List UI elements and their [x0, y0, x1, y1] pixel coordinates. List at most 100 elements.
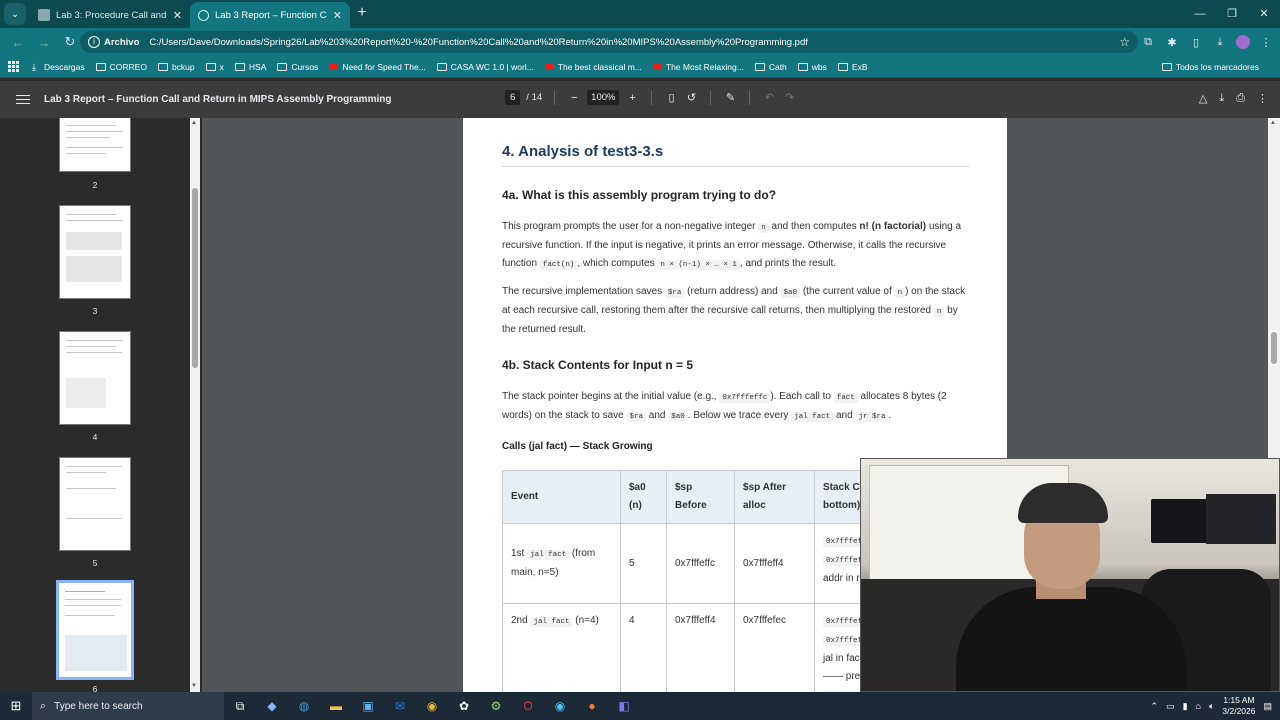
clock[interactable]: 1:15 AM 3/2/2026 — [1222, 695, 1255, 717]
subsection-heading: 4b. Stack Contents for Input n = 5 — [502, 358, 694, 372]
outlook-icon[interactable]: ✉ — [384, 699, 416, 713]
tray-app-icon[interactable]: ▭ — [1166, 701, 1175, 712]
paragraph: The stack pointer begins at the initial … — [502, 391, 947, 422]
annotate-icon[interactable]: ✎ — [723, 91, 737, 104]
sidebar-icon[interactable]: ▯ — [1188, 36, 1204, 49]
reload-icon[interactable]: ↻ — [58, 34, 82, 50]
table-cell: 0x7fffeff4 — [666, 603, 735, 692]
bookmark-cursos[interactable]: Cursos — [277, 62, 318, 72]
sidebar-scrollbar[interactable]: ▲ ▼ — [190, 118, 200, 692]
stack-table: Event $a0 (n) $sp Before $sp After alloc… — [502, 470, 895, 692]
more-vert-icon[interactable]: ⋮ — [1258, 36, 1274, 49]
close-icon[interactable]: ✕ — [173, 9, 182, 22]
chrome-active-icon[interactable]: ◉ — [544, 699, 576, 713]
bookmark-nfs[interactable]: Need for Speed The... — [329, 62, 426, 72]
apps-grid-icon[interactable] — [8, 60, 20, 73]
webcam-overlay — [860, 458, 1280, 692]
bookmark-classical[interactable]: The best classical m... — [544, 62, 642, 72]
thumbnail-page-6[interactable] — [56, 580, 134, 680]
zoom-in-icon[interactable]: + — [625, 92, 639, 104]
close-window-icon[interactable]: ✕ — [1248, 0, 1280, 28]
more-vert-icon[interactable]: ⋮ — [1257, 92, 1268, 105]
table-cell: 2nd jal fact (n=4) — [502, 603, 621, 692]
bookmark-casa[interactable]: CASA WC 1.0 | worl... — [436, 62, 534, 72]
app-icon[interactable]: ✿ — [448, 699, 480, 713]
bookmark-hsa[interactable]: HSA — [234, 62, 266, 72]
scrollbar-thumb[interactable] — [192, 188, 198, 368]
file-explorer-icon[interactable]: ▬ — [320, 699, 352, 713]
volume-icon[interactable]: 🔈︎ — [1209, 701, 1214, 712]
chevron-up-icon[interactable]: ⌃ — [1151, 701, 1159, 712]
scroll-down-icon[interactable]: ▼ — [191, 683, 197, 689]
browser-toolbar: ← → ↻ i Archivo C:/Users/Dave/Downloads/… — [0, 28, 1280, 56]
tab-lab3-procedure[interactable]: Lab 3: Procedure Call and Retur ✕ — [30, 2, 190, 28]
fit-page-icon[interactable]: ▯ — [664, 91, 678, 104]
vscode-icon[interactable]: ◧ — [608, 699, 640, 713]
info-icon[interactable]: i — [88, 36, 100, 48]
bookmark-exb[interactable]: ExB — [837, 62, 868, 72]
paragraph: This program prompts the user for a non-… — [502, 221, 962, 270]
bookmark-correo[interactable]: CORREO — [95, 62, 147, 72]
notifications-icon[interactable]: ▤ — [1263, 701, 1272, 712]
restore-icon[interactable]: ❐ — [1216, 0, 1248, 28]
undo-icon[interactable]: ↶ — [762, 91, 776, 104]
edge-icon[interactable]: ◍ — [288, 699, 320, 713]
store-icon[interactable]: ▣ — [352, 699, 384, 713]
new-tab-button[interactable]: + — [350, 2, 374, 26]
profile-avatar[interactable] — [1236, 35, 1250, 49]
bookmark-relaxing[interactable]: The Most Relaxing... — [652, 62, 744, 72]
drive-icon[interactable]: △ — [1199, 92, 1207, 105]
folder-icon — [754, 62, 765, 71]
bookmark-star-icon[interactable]: ☆ — [1119, 35, 1130, 49]
print-icon[interactable]: ⎙ — [1236, 92, 1245, 105]
battery-icon[interactable]: ▮ — [1183, 701, 1188, 712]
forward-arrow-icon[interactable]: → — [32, 35, 56, 50]
network-icon[interactable]: ⌂ — [1196, 701, 1201, 711]
youtube-icon — [544, 63, 554, 70]
task-view-icon[interactable]: ⧉ — [224, 699, 256, 714]
zoom-input[interactable]: 100% — [587, 90, 620, 105]
bookmark-wbs[interactable]: wbs — [797, 62, 827, 72]
site-icon — [436, 62, 447, 71]
copilot-icon[interactable]: ◆ — [256, 699, 288, 713]
windows-start-icon[interactable]: ⊞ — [0, 698, 32, 714]
scroll-up-icon[interactable]: ▲ — [1270, 120, 1276, 126]
bookmark-x[interactable]: x — [205, 62, 224, 72]
rotate-icon[interactable]: ↺ — [684, 91, 698, 104]
app-icon[interactable]: ⚙ — [480, 699, 512, 713]
tab-title: Lab 3 Report – Function Call an — [215, 9, 327, 21]
chrome-icon[interactable]: ◉ — [416, 699, 448, 713]
address-bar[interactable]: i Archivo C:/Users/Dave/Downloads/Spring… — [80, 31, 1138, 53]
opera-icon[interactable]: O — [512, 699, 544, 713]
record-icon[interactable]: ● — [576, 699, 608, 713]
tab-lab3-report[interactable]: Lab 3 Report – Function Call an ✕ — [190, 2, 350, 28]
chevron-down-icon: ⌄ — [10, 8, 20, 20]
bookmark-descargas[interactable]: ⤓ Descargas — [32, 62, 85, 72]
bookmark-bckup[interactable]: bckup — [157, 62, 195, 72]
translate-icon[interactable]: ⧉ — [1140, 36, 1156, 49]
page-number-input[interactable]: 6 — [505, 90, 521, 105]
extensions-icon[interactable]: ✱ — [1164, 36, 1180, 49]
bookmark-cath[interactable]: Cath — [754, 62, 787, 72]
thumbnail-page-5[interactable] — [59, 457, 131, 551]
download-icon[interactable]: ⤓ — [1212, 36, 1228, 49]
menu-icon[interactable] — [16, 92, 30, 107]
tab-search-button[interactable]: ⌄ — [4, 3, 26, 25]
minimize-icon[interactable]: — — [1184, 0, 1216, 28]
thumbnail-page-3[interactable] — [59, 205, 131, 299]
scrollbar-thumb[interactable] — [1271, 332, 1277, 364]
all-bookmarks[interactable]: Todos los marcadores — [1161, 62, 1259, 72]
back-arrow-icon[interactable]: ← — [6, 35, 30, 50]
download-icon[interactable]: ⤓ — [1219, 92, 1224, 105]
zoom-out-icon[interactable]: − — [567, 92, 581, 104]
taskbar-search[interactable]: ⌕ Type here to search — [32, 692, 224, 720]
thumbnail-page-2[interactable] — [59, 118, 131, 172]
scroll-up-icon[interactable]: ▲ — [191, 120, 197, 126]
thumbnail-page-4[interactable] — [59, 331, 131, 425]
url-text[interactable]: C:/Users/Dave/Downloads/Spring26/Lab%203… — [149, 37, 1113, 48]
close-icon[interactable]: ✕ — [333, 9, 342, 22]
pdf-actions: △ ⤓ ⎙ ⋮ — [1199, 92, 1268, 105]
column-header: Event — [502, 470, 621, 524]
redo-icon[interactable]: ↷ — [782, 91, 796, 104]
thumbnail-label: 4 — [92, 432, 98, 442]
